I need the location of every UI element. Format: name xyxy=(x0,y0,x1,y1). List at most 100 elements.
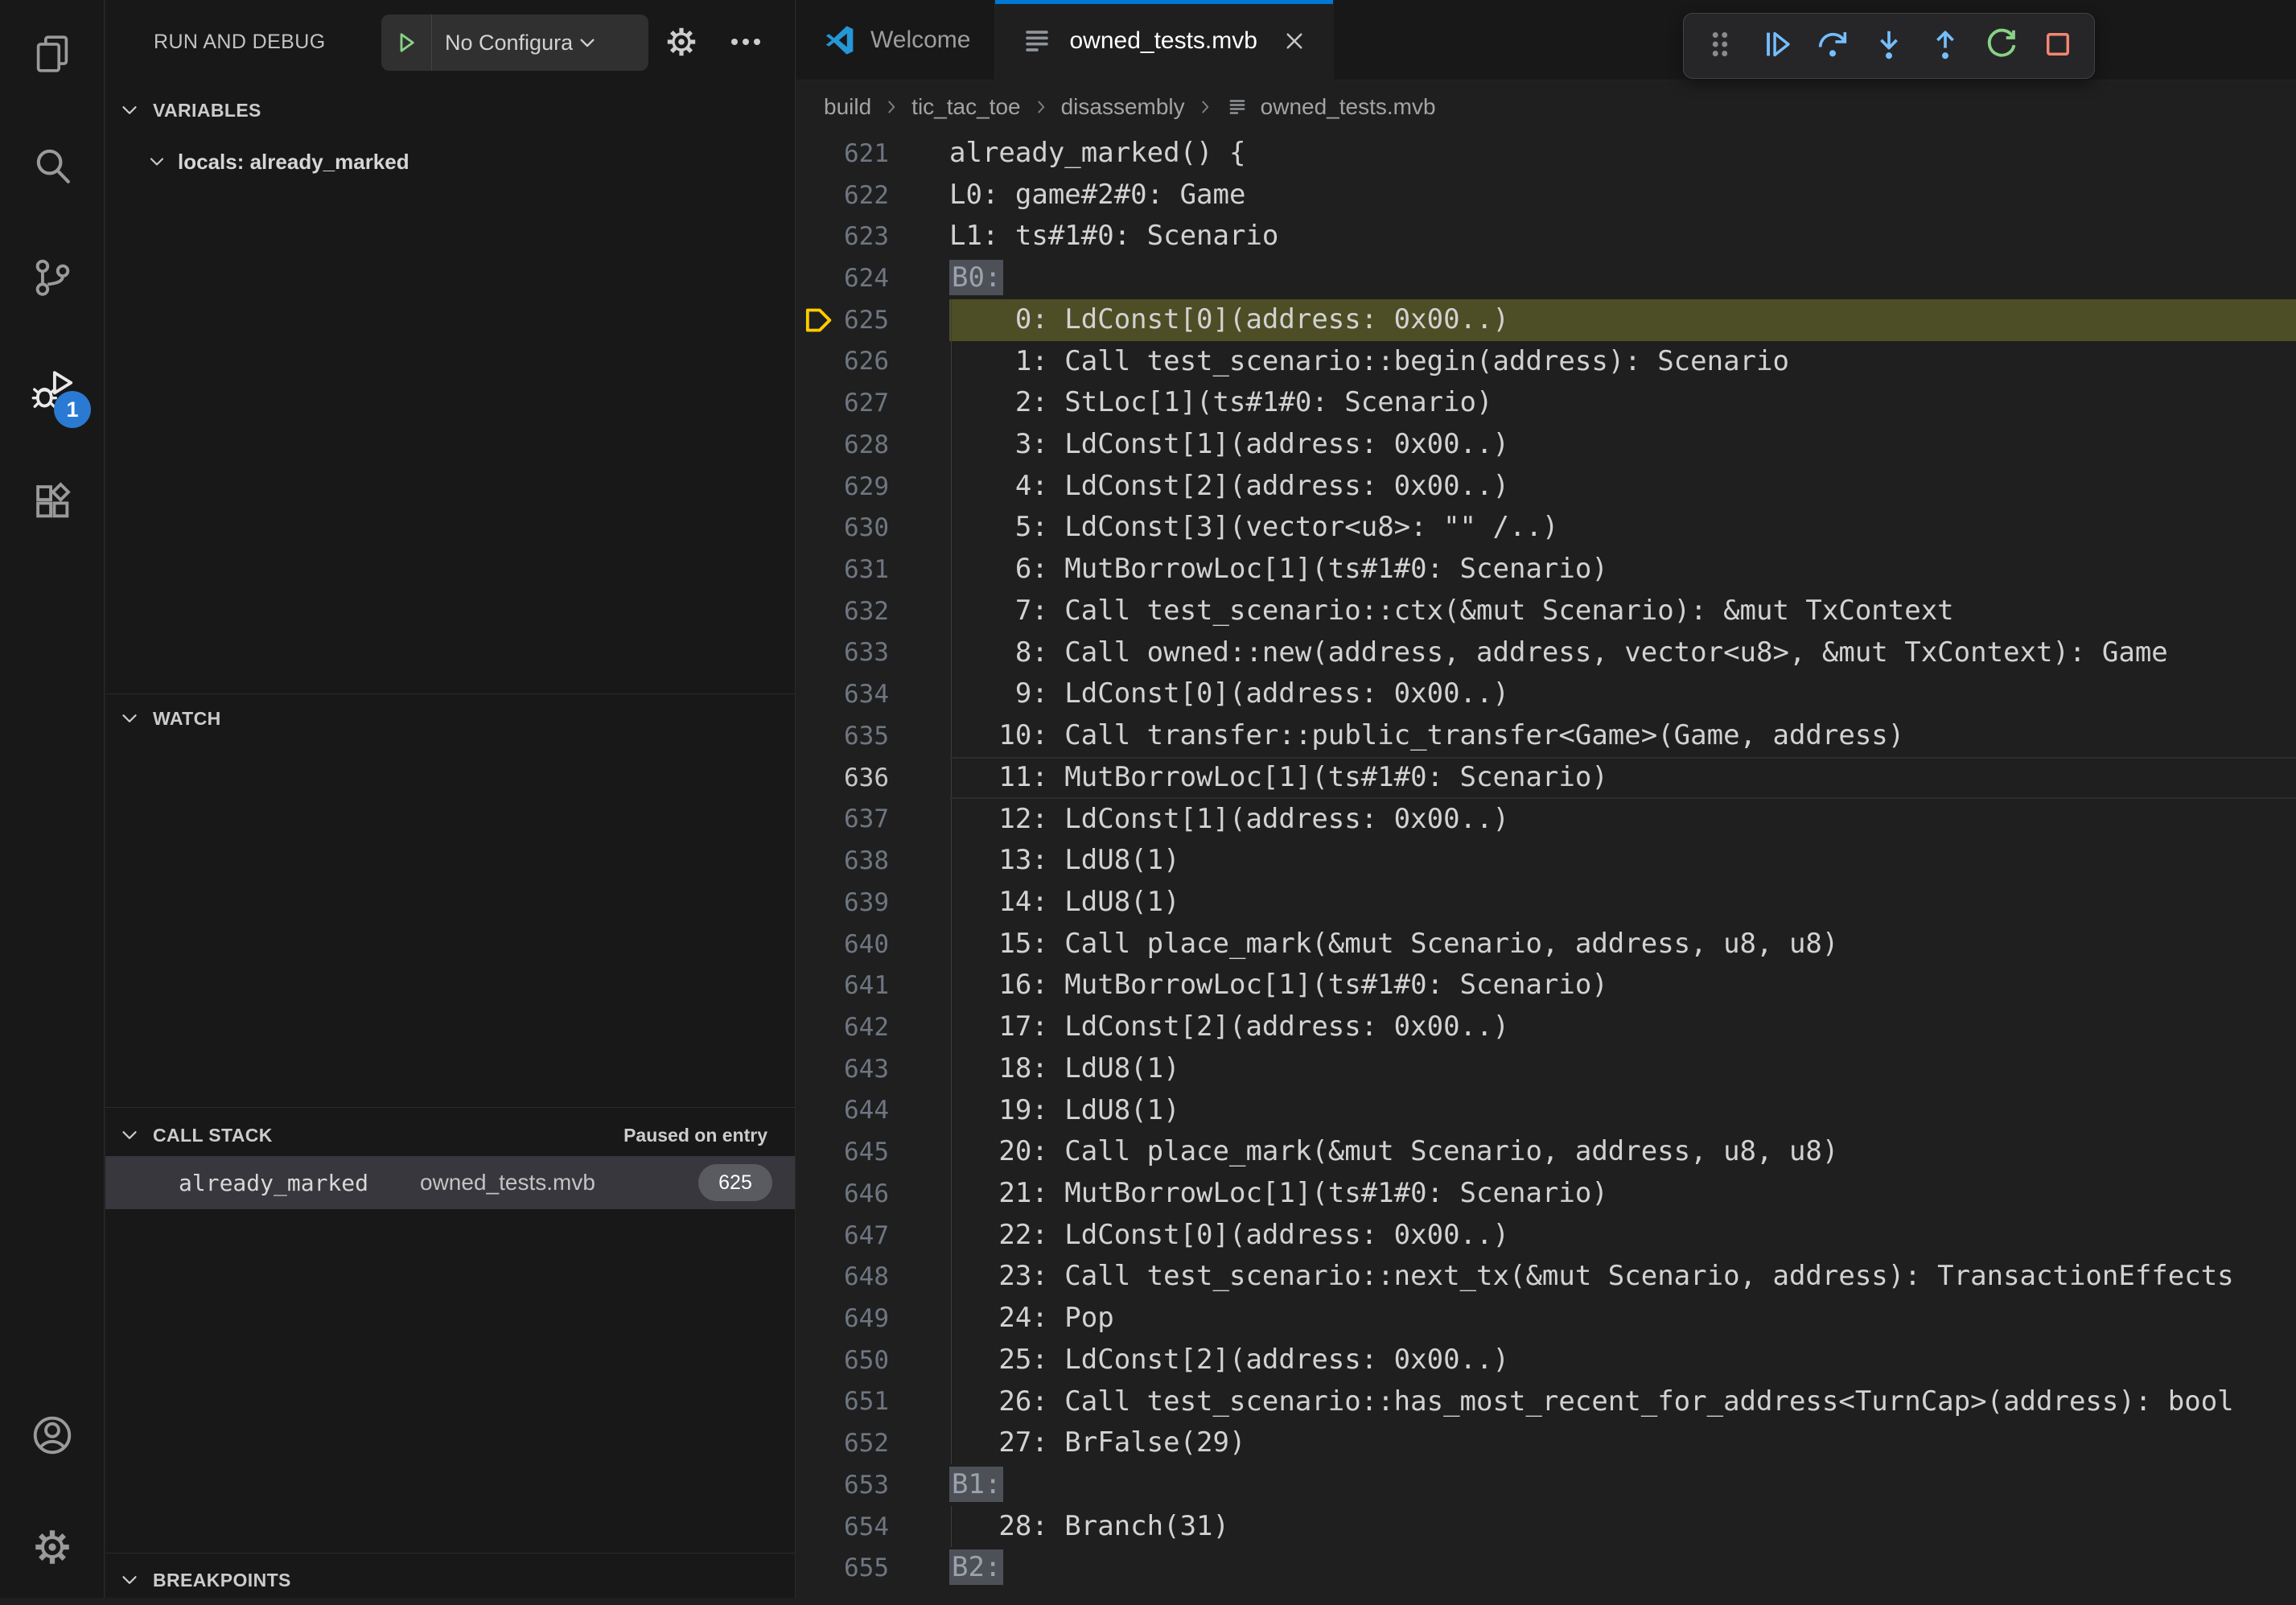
code-line[interactable]: 647 22: LdConst[0](address: 0x00..) xyxy=(796,1215,2296,1257)
stop-button[interactable] xyxy=(2030,18,2086,74)
close-icon[interactable] xyxy=(1280,27,1309,56)
activity-item-extensions[interactable] xyxy=(0,447,104,559)
line-number[interactable]: 649 xyxy=(796,1304,949,1333)
activity-item-account[interactable] xyxy=(0,1381,104,1493)
code-line[interactable]: 630 5: LdConst[3](vector<u8>: "" /..) xyxy=(796,507,2296,549)
line-number[interactable]: 638 xyxy=(796,846,949,875)
line-number[interactable]: 628 xyxy=(796,430,949,459)
code-line[interactable]: 629 4: LdConst[2](address: 0x00..) xyxy=(796,466,2296,508)
activity-item-explorer[interactable] xyxy=(0,0,104,112)
line-number[interactable]: 640 xyxy=(796,930,949,959)
code-line[interactable]: 625 0: LdConst[0](address: 0x00..) xyxy=(796,299,2296,341)
code-line[interactable]: 649 24: Pop xyxy=(796,1298,2296,1340)
line-number[interactable]: 631 xyxy=(796,555,949,584)
restart-button[interactable] xyxy=(1973,18,2030,74)
line-number[interactable]: 636 xyxy=(796,763,949,792)
toolbar-drag-handle[interactable] xyxy=(1692,18,1748,74)
breadcrumb-item[interactable]: disassembly xyxy=(1061,94,1185,120)
code-line[interactable]: 651 26: Call test_scenario::has_most_rec… xyxy=(796,1381,2296,1423)
line-number[interactable]: 643 xyxy=(796,1055,949,1084)
line-number[interactable]: 630 xyxy=(796,513,949,542)
line-number[interactable]: 625 xyxy=(796,306,949,335)
activity-item-settings[interactable] xyxy=(0,1493,104,1605)
line-number[interactable]: 647 xyxy=(796,1221,949,1250)
code-line[interactable]: 643 18: LdU8(1) xyxy=(796,1048,2296,1090)
code-line[interactable]: 644 19: LdU8(1) xyxy=(796,1090,2296,1132)
variables-section-header[interactable]: VARIABLES xyxy=(105,90,795,130)
code-line[interactable]: 631 6: MutBorrowLoc[1](ts#1#0: Scenario) xyxy=(796,549,2296,591)
step-out-button[interactable] xyxy=(1917,18,1973,74)
line-number[interactable]: 622 xyxy=(796,181,949,210)
line-number[interactable]: 646 xyxy=(796,1179,949,1208)
line-number[interactable]: 629 xyxy=(796,472,949,501)
call-stack-section-header[interactable]: CALL STACK Paused on entry xyxy=(105,1115,795,1155)
activity-item-search[interactable] xyxy=(0,112,104,224)
line-number[interactable]: 651 xyxy=(796,1387,949,1416)
call-stack-frame[interactable]: already_marked owned_tests.mvb 625 xyxy=(105,1156,795,1209)
breadcrumb-item[interactable]: tic_tac_toe xyxy=(911,94,1020,120)
line-number[interactable]: 632 xyxy=(796,597,949,626)
step-into-button[interactable] xyxy=(1861,18,1917,74)
line-number[interactable]: 642 xyxy=(796,1013,949,1042)
code-line[interactable]: 639 14: LdU8(1) xyxy=(796,882,2296,924)
line-number[interactable]: 627 xyxy=(796,389,949,418)
line-number[interactable]: 626 xyxy=(796,347,949,376)
code-line[interactable]: 632 7: Call test_scenario::ctx(&mut Scen… xyxy=(796,591,2296,632)
code-line[interactable]: 635 10: Call transfer::public_transfer<G… xyxy=(796,715,2296,757)
code-line[interactable]: 645 20: Call place_mark(&mut Scenario, a… xyxy=(796,1131,2296,1173)
breadcrumb-item[interactable]: build xyxy=(824,94,871,120)
code-line[interactable]: 634 9: LdConst[0](address: 0x00..) xyxy=(796,673,2296,715)
code-line[interactable]: 633 8: Call owned::new(address, address,… xyxy=(796,632,2296,674)
line-number[interactable]: 644 xyxy=(796,1096,949,1125)
code-line[interactable]: 652 27: BrFalse(29) xyxy=(796,1422,2296,1464)
code-line[interactable]: 648 23: Call test_scenario::next_tx(&mut… xyxy=(796,1256,2296,1298)
code-line[interactable]: 641 16: MutBorrowLoc[1](ts#1#0: Scenario… xyxy=(796,965,2296,1006)
code-editor[interactable]: 621already_marked() {622L0: game#2#0: Ga… xyxy=(796,133,2296,1589)
code-line[interactable]: 628 3: LdConst[1](address: 0x00..) xyxy=(796,424,2296,466)
line-number[interactable]: 645 xyxy=(796,1138,949,1167)
activity-item-run-and-debug[interactable]: 1 xyxy=(0,335,104,447)
continue-button[interactable] xyxy=(1748,18,1804,74)
code-line[interactable]: 646 21: MutBorrowLoc[1](ts#1#0: Scenario… xyxy=(796,1173,2296,1215)
step-over-button[interactable] xyxy=(1804,18,1861,74)
watch-section-header[interactable]: WATCH xyxy=(105,698,795,739)
code-line[interactable]: 637 12: LdConst[1](address: 0x00..) xyxy=(796,799,2296,841)
tab-welcome[interactable]: Welcome xyxy=(796,0,995,80)
line-number[interactable]: 653 xyxy=(796,1471,949,1500)
code-line[interactable]: 627 2: StLoc[1](ts#1#0: Scenario) xyxy=(796,382,2296,424)
activity-item-source-control[interactable] xyxy=(0,224,104,335)
line-number[interactable]: 635 xyxy=(796,722,949,751)
breadcrumb-file[interactable]: owned_tests.mvb xyxy=(1261,94,1436,120)
start-debugging-icon[interactable] xyxy=(381,14,432,71)
code-line[interactable]: 654 28: Branch(31) xyxy=(796,1506,2296,1548)
code-line[interactable]: 636 11: MutBorrowLoc[1](ts#1#0: Scenario… xyxy=(796,757,2296,799)
line-number[interactable]: 655 xyxy=(796,1554,949,1582)
line-number[interactable]: 641 xyxy=(796,971,949,1000)
code-line[interactable]: 642 17: LdConst[2](address: 0x00..) xyxy=(796,1006,2296,1048)
line-number[interactable]: 650 xyxy=(796,1346,949,1375)
code-line[interactable]: 638 13: LdU8(1) xyxy=(796,840,2296,882)
code-line[interactable]: 655B2: xyxy=(796,1547,2296,1589)
line-number[interactable]: 634 xyxy=(796,680,949,709)
more-actions-icon[interactable] xyxy=(726,23,765,61)
code-line[interactable]: 623L1: ts#1#0: Scenario xyxy=(796,216,2296,257)
line-number[interactable]: 654 xyxy=(796,1512,949,1541)
code-line[interactable]: 621already_marked() { xyxy=(796,133,2296,175)
line-number[interactable]: 624 xyxy=(796,264,949,293)
code-line[interactable]: 640 15: Call place_mark(&mut Scenario, a… xyxy=(796,924,2296,965)
line-number[interactable]: 639 xyxy=(796,888,949,917)
debug-settings-gear-icon[interactable] xyxy=(662,23,701,61)
code-line[interactable]: 650 25: LdConst[2](address: 0x00..) xyxy=(796,1340,2296,1381)
debug-configuration-dropdown[interactable]: No Configura xyxy=(381,14,648,71)
code-line[interactable]: 626 1: Call test_scenario::begin(address… xyxy=(796,341,2296,383)
line-number[interactable]: 637 xyxy=(796,805,949,833)
line-number[interactable]: 652 xyxy=(796,1429,949,1458)
line-number[interactable]: 648 xyxy=(796,1262,949,1291)
breakpoints-section-header[interactable]: BREAKPOINTS xyxy=(105,1560,795,1600)
code-line[interactable]: 622L0: game#2#0: Game xyxy=(796,175,2296,216)
variables-locals-scope[interactable]: locals: already_marked xyxy=(105,142,795,182)
code-line[interactable]: 653B1: xyxy=(796,1464,2296,1506)
tab-owned-tests-mvb[interactable]: owned_tests.mvb xyxy=(995,0,1333,81)
line-number[interactable]: 623 xyxy=(796,222,949,251)
line-number[interactable]: 621 xyxy=(796,139,949,168)
